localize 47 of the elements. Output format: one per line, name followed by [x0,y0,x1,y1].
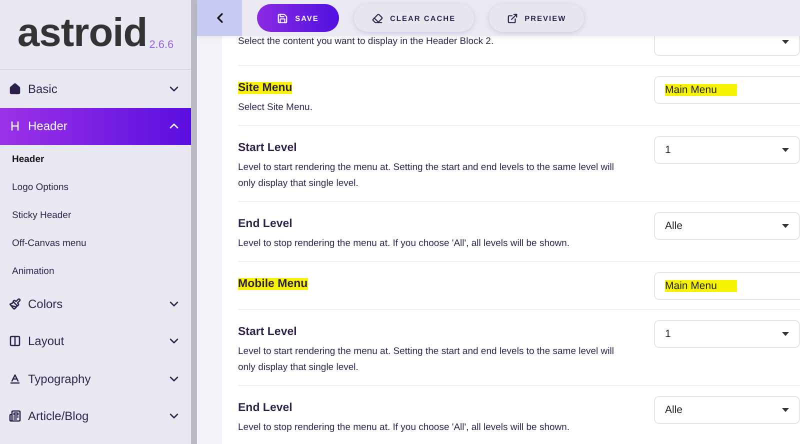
setting-description: Level to stop rendering the menu at. If you choose 'All', all levels will be shown. [238,237,571,251]
setting-title: End Level [238,218,292,230]
version-label: 2.6.6 [149,39,174,51]
sidebar-item[interactable]: Layout [0,322,191,360]
text-field[interactable]: Main Menu [654,76,800,104]
save-icon [277,12,288,24]
sidebar-subitem[interactable]: Off-Canvas menu [0,229,191,257]
sidebar-subitem[interactable]: Logo Options [0,173,191,201]
external-link-icon [506,12,518,24]
setting-title: Start Level [238,142,297,154]
sidebar-subitem[interactable]: Header [0,145,191,173]
letter-a-icon [9,372,21,385]
select-field[interactable]: 1 [654,136,800,164]
newspaper-icon [9,410,21,422]
setting-title: Site Menu [238,82,292,94]
setting-description: Select the content you want to display in the Header Block 2. [238,36,495,49]
sidebar-item[interactable]: Header [0,108,191,145]
sidebar-subitem[interactable]: Sticky Header [0,201,191,229]
select-field[interactable] [654,36,800,56]
caret-icon [782,408,789,412]
setting-title: Mobile Menu [238,278,308,290]
caret-icon [782,40,789,44]
caret-icon [782,224,789,228]
setting-description: Level to stop rendering the menu at. If you choose 'All', all levels will be shown. [238,421,571,435]
heading-icon [9,120,21,132]
logo: astroid [17,13,148,53]
home-icon [9,82,21,95]
text-field[interactable]: Main Menu [654,272,800,300]
collapse-button[interactable] [197,0,242,36]
select-field[interactable]: Alle [654,396,800,424]
caret-icon [782,332,789,336]
setting-description: Select Site Menu. [238,101,314,115]
columns-icon [9,335,21,348]
eraser-icon [372,12,383,24]
sidebar-item[interactable]: Typography [0,360,191,398]
select-field[interactable]: Alle [654,212,800,240]
select-field[interactable]: 1 [654,320,800,348]
caret-icon [782,148,789,152]
setting-description: Level to start rendering the menu at. Setting the start and end levels to the same level will only display that single level. [238,345,615,375]
sidebar-item[interactable]: Basic [0,70,191,108]
sidebar-subitem[interactable]: Animation [0,257,191,285]
sidebar-item[interactable]: Article/Blog [0,398,191,435]
sidebar-item[interactable]: Colors [0,285,191,322]
setting-title: End Level [238,402,292,414]
setting-title: Start Level [238,326,297,338]
paintbrush-icon [9,298,21,310]
setting-description: Level to start rendering the menu at. Setting the start and end levels to the same level will only display that single level. [238,161,615,191]
